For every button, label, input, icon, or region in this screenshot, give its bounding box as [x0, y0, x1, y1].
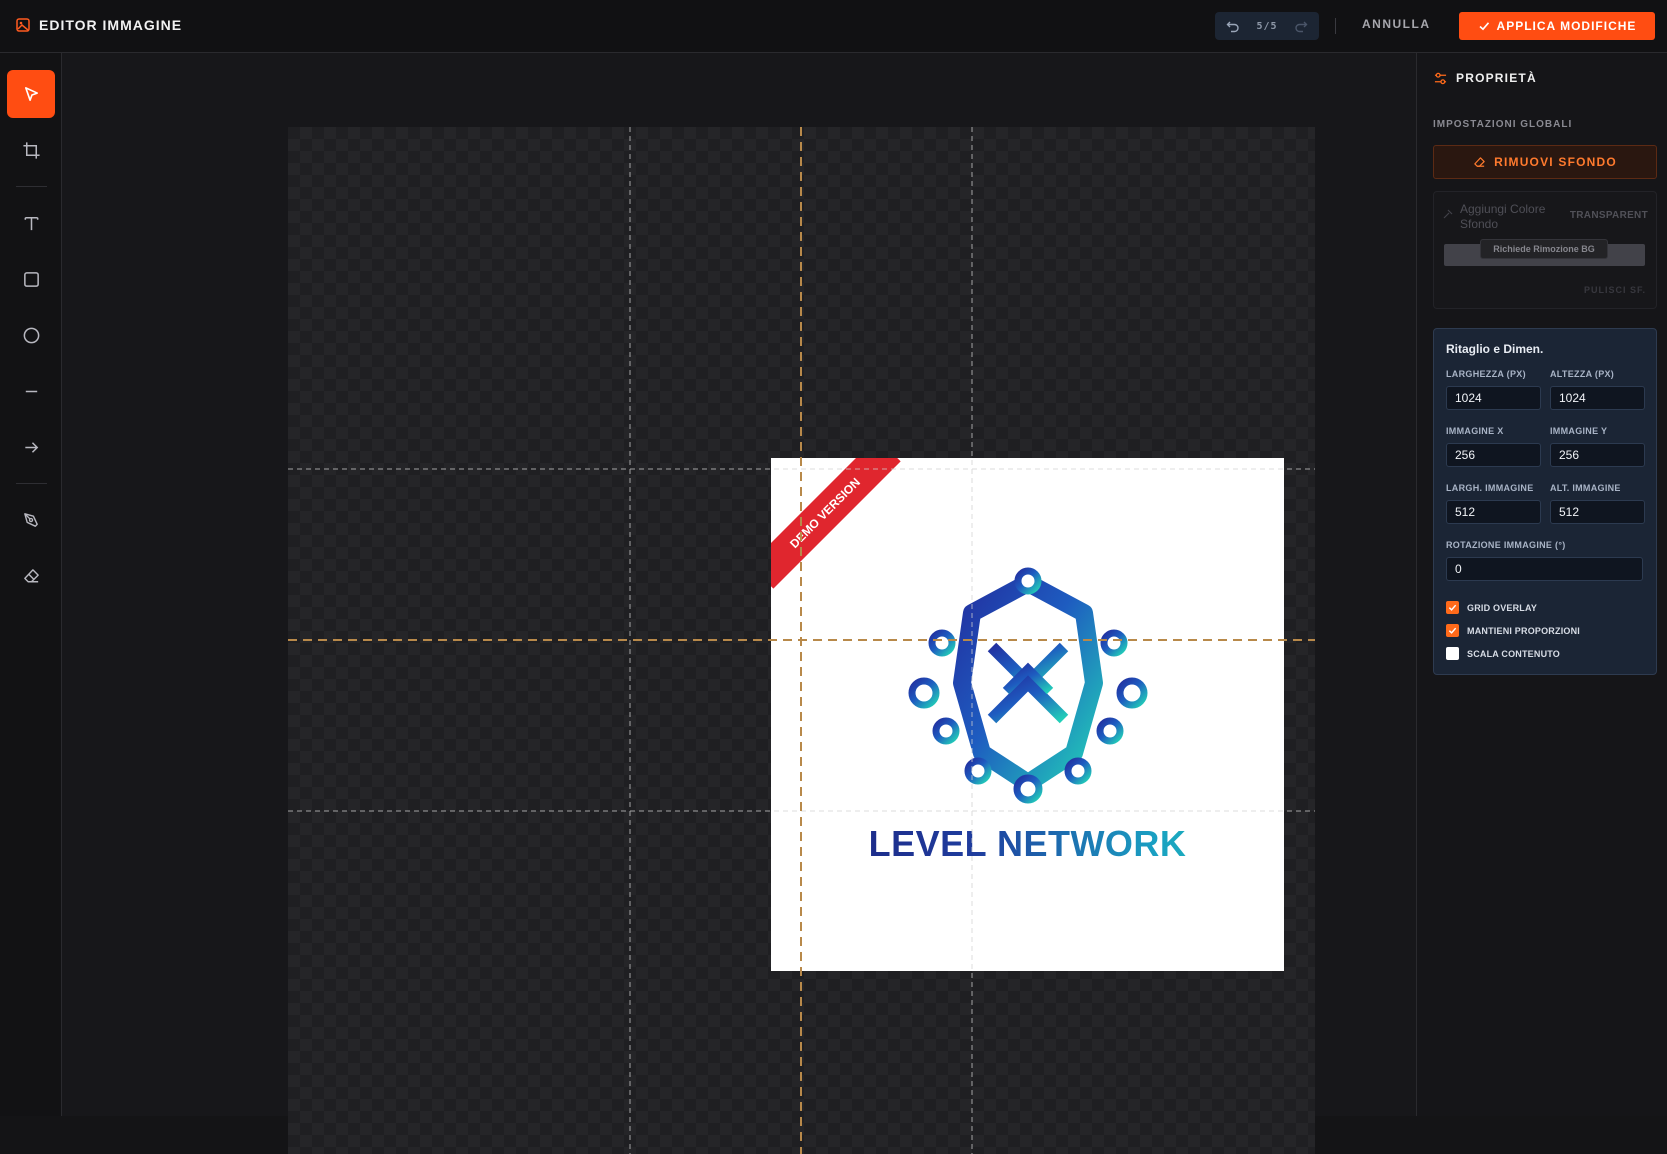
- image-height-label: ALT. IMMAGINE: [1550, 483, 1621, 493]
- height-label: ALTEZZA (PX): [1550, 369, 1615, 379]
- edited-image[interactable]: DEMO VERSION LEVEL NETWORK: [771, 458, 1284, 971]
- circle-icon: [23, 327, 39, 343]
- line-icon: [25, 390, 37, 392]
- rotation-label: ROTAZIONE IMMAGINE (°): [1446, 540, 1566, 550]
- eraser-icon: [1474, 156, 1485, 167]
- eraser-icon: [23, 568, 39, 582]
- cancel-button[interactable]: ANNULLA: [1362, 17, 1431, 31]
- select-tool[interactable]: [7, 70, 55, 118]
- crop-tool[interactable]: [7, 126, 55, 174]
- arrow-tool[interactable]: [7, 423, 55, 471]
- check-icon: [1448, 604, 1457, 611]
- background-color-value: TRANSPARENT: [1569, 210, 1648, 221]
- palette-icon: [1443, 209, 1453, 219]
- panel-header: PROPRIETÀ: [1434, 71, 1537, 85]
- image-width-input[interactable]: [1446, 500, 1541, 524]
- text-tool[interactable]: [7, 199, 55, 247]
- tool-sidebar: [0, 53, 62, 1116]
- history-count: 5/5: [1256, 20, 1278, 32]
- check-icon: [1479, 22, 1489, 31]
- checkbox-unchecked[interactable]: [1446, 647, 1459, 660]
- remove-background-button[interactable]: RIMUOVI SFONDO: [1433, 145, 1657, 179]
- crop-icon: [22, 141, 40, 159]
- canvas-board[interactable]: DEMO VERSION LEVEL NETWORK: [288, 127, 1315, 1154]
- rotation-input[interactable]: [1446, 557, 1643, 581]
- pen-tool[interactable]: [7, 496, 55, 544]
- scale-content-label: SCALA CONTENUTO: [1467, 648, 1560, 659]
- redo-button[interactable]: [1293, 18, 1309, 34]
- logo-wordmark: LEVEL NETWORK: [771, 823, 1284, 865]
- scale-content-checkbox[interactable]: SCALA CONTENUTO: [1446, 647, 1560, 660]
- level-network-logo: [908, 563, 1148, 808]
- top-bar: EDITOR IMMAGINE 5/5 ANNULLA APPLICA MODI…: [0, 0, 1667, 53]
- grid-overlay-label: GRID OVERLAY: [1467, 602, 1538, 613]
- sliders-icon: [1434, 72, 1447, 84]
- history-controls: 5/5: [1215, 12, 1319, 40]
- redo-icon: [1295, 21, 1308, 33]
- crop-resize-section: Ritaglio e Dimen. LARGHEZZA (PX) ALTEZZA…: [1433, 328, 1657, 675]
- background-color-label: Aggiungi Colore Sfondo: [1460, 202, 1546, 231]
- toolbar-divider: [16, 186, 47, 187]
- clear-background-button[interactable]: PULISCI SF.: [1584, 285, 1646, 295]
- check-icon: [1448, 627, 1457, 634]
- image-icon: [16, 18, 30, 32]
- pen-icon: [23, 512, 38, 527]
- keep-proportions-checkbox[interactable]: MANTIENI PROPORZIONI: [1446, 624, 1580, 637]
- checkbox-checked[interactable]: [1446, 624, 1459, 637]
- image-x-label: IMMAGINE X: [1446, 426, 1504, 436]
- checkbox-checked[interactable]: [1446, 601, 1459, 614]
- global-settings-label: IMPOSTAZIONI GLOBALI: [1433, 119, 1573, 130]
- image-y-label: IMMAGINE Y: [1550, 426, 1608, 436]
- properties-panel: PROPRIETÀ IMPOSTAZIONI GLOBALI RIMUOVI S…: [1416, 53, 1667, 1116]
- grid-overlay-checkbox[interactable]: GRID OVERLAY: [1446, 601, 1537, 614]
- apply-changes-button[interactable]: APPLICA MODIFICHE: [1459, 12, 1655, 40]
- height-input[interactable]: [1550, 386, 1645, 410]
- requires-bg-removal-tooltip: Richiede Rimozione BG: [1480, 239, 1608, 259]
- crop-section-title: Ritaglio e Dimen.: [1446, 342, 1544, 356]
- panel-title: PROPRIETÀ: [1456, 71, 1537, 85]
- eraser-tool[interactable]: [7, 552, 55, 600]
- undo-button[interactable]: [1225, 18, 1241, 34]
- square-icon: [23, 271, 39, 287]
- background-color-section: Aggiungi Colore Sfondo TRANSPARENT Richi…: [1433, 191, 1657, 309]
- toolbar-divider: [16, 483, 47, 484]
- undo-icon: [1226, 21, 1239, 33]
- header-divider: [1335, 18, 1336, 34]
- image-y-input[interactable]: [1550, 443, 1645, 467]
- arrow-right-icon: [24, 441, 38, 453]
- width-label: LARGHEZZA (PX): [1446, 369, 1526, 379]
- image-x-input[interactable]: [1446, 443, 1541, 467]
- app-brand: EDITOR IMMAGINE: [16, 17, 182, 33]
- remove-background-label: RIMUOVI SFONDO: [1494, 155, 1617, 169]
- image-height-input[interactable]: [1550, 500, 1645, 524]
- line-tool[interactable]: [7, 367, 55, 415]
- ellipse-tool[interactable]: [7, 311, 55, 359]
- demo-ribbon: DEMO VERSION: [771, 458, 901, 589]
- app-title: EDITOR IMMAGINE: [39, 17, 183, 33]
- text-icon: [24, 216, 38, 230]
- keep-proportions-label: MANTIENI PROPORZIONI: [1467, 625, 1581, 636]
- image-width-label: LARGH. IMMAGINE: [1446, 483, 1534, 493]
- apply-changes-label: APPLICA MODIFICHE: [1496, 19, 1637, 33]
- canvas-workspace[interactable]: DEMO VERSION LEVEL NETWORK: [62, 53, 1416, 1154]
- cursor-icon: [24, 86, 38, 101]
- width-input[interactable]: [1446, 386, 1541, 410]
- rectangle-tool[interactable]: [7, 255, 55, 303]
